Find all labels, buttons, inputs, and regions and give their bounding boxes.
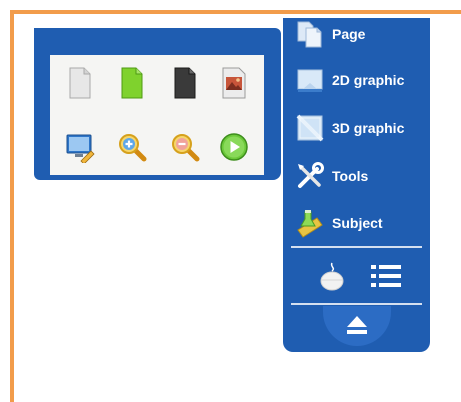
play-icon bbox=[220, 133, 248, 161]
side-item-label: 3D graphic bbox=[332, 120, 405, 136]
mouse-button[interactable] bbox=[315, 258, 349, 294]
play-button[interactable] bbox=[216, 127, 252, 167]
side-item-page[interactable]: Page bbox=[295, 14, 425, 54]
image-page-button[interactable] bbox=[216, 63, 252, 103]
blank-page-icon bbox=[69, 67, 91, 99]
toolbox-popup bbox=[34, 28, 281, 180]
edit-screen-button[interactable] bbox=[62, 127, 98, 167]
side-item-label: Subject bbox=[332, 215, 383, 231]
side-item-subject[interactable]: Subject bbox=[295, 203, 425, 243]
tools-icon bbox=[295, 161, 325, 191]
side-item-label: Page bbox=[332, 26, 366, 42]
zoom-in-button[interactable] bbox=[114, 127, 150, 167]
green-page-button[interactable] bbox=[114, 63, 150, 103]
list-button[interactable] bbox=[368, 260, 404, 292]
side-item-label: 2D graphic bbox=[332, 72, 405, 88]
image-page-icon bbox=[222, 67, 246, 99]
zoom-in-icon bbox=[119, 134, 147, 162]
side-item-3d-graphic[interactable]: 3D graphic bbox=[295, 108, 425, 148]
3d-graphic-icon bbox=[295, 113, 325, 143]
side-panel: Page 2D graphic 3D graphic Tools Subject bbox=[283, 18, 430, 352]
frame-left-border bbox=[10, 10, 14, 402]
side-item-tools[interactable]: Tools bbox=[295, 156, 425, 196]
2d-graphic-icon bbox=[295, 65, 325, 95]
page-icon bbox=[295, 19, 325, 49]
green-page-icon bbox=[121, 67, 143, 99]
edit-screen-icon bbox=[66, 134, 95, 163]
black-page-button[interactable] bbox=[167, 63, 203, 103]
zoom-out-icon bbox=[172, 134, 200, 162]
divider bbox=[291, 303, 422, 305]
side-item-label: Tools bbox=[332, 168, 369, 184]
blank-page-button[interactable] bbox=[62, 63, 98, 103]
divider bbox=[291, 246, 422, 248]
black-page-icon bbox=[174, 67, 196, 99]
toolbox-panel bbox=[50, 55, 264, 175]
mouse-icon bbox=[320, 262, 344, 291]
collapse-button[interactable] bbox=[323, 306, 391, 346]
list-icon bbox=[371, 265, 401, 287]
subject-icon bbox=[295, 208, 325, 238]
zoom-out-button[interactable] bbox=[167, 127, 203, 167]
side-item-2d-graphic[interactable]: 2D graphic bbox=[295, 60, 425, 100]
eject-icon bbox=[347, 316, 367, 334]
